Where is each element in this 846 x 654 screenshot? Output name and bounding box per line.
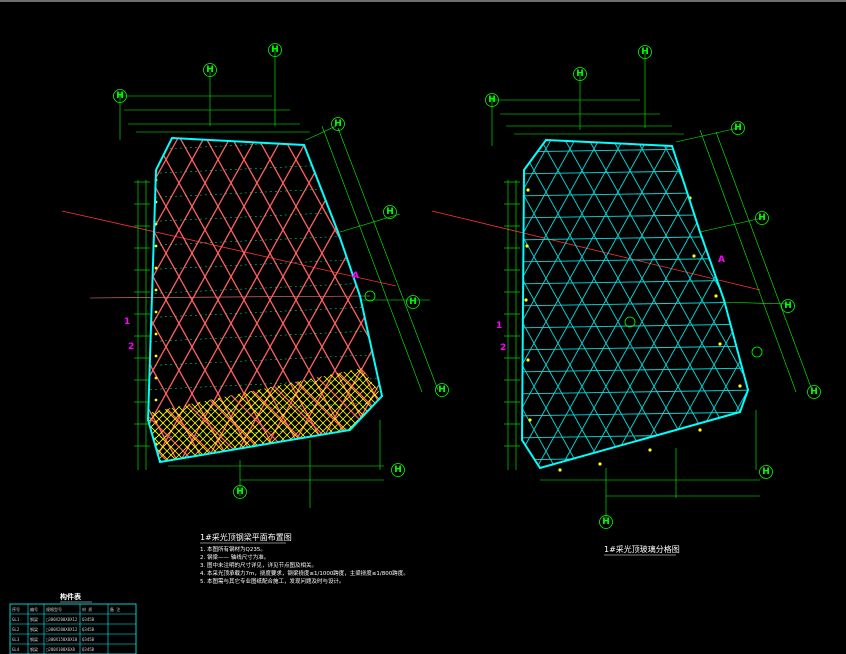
marker-label: 2: [128, 342, 134, 352]
table-header-cell: 材 质: [82, 606, 92, 612]
node-point: [524, 298, 528, 302]
table-cell: GL1: [12, 617, 20, 622]
node-point: [154, 398, 158, 402]
grid-label: H: [116, 91, 124, 101]
node-point: [528, 418, 532, 422]
table-cell: Q345B: [82, 627, 95, 632]
table-cell: 钢梁: [30, 616, 38, 622]
node-point: [598, 462, 602, 466]
table-cell: Q345B: [82, 637, 95, 642]
grid-label: H: [810, 387, 818, 397]
grid-label: H: [409, 297, 417, 307]
node-point: [154, 354, 158, 358]
grid-label: H: [334, 119, 342, 129]
grid-label: H: [734, 123, 742, 133]
grid-label: H: [762, 467, 770, 477]
grid-label: H: [206, 65, 214, 75]
table-cell: □300X150X8X10: [46, 637, 78, 642]
grid-label: H: [758, 213, 766, 223]
table-cell: GL2: [12, 627, 20, 632]
node-point: [738, 384, 742, 388]
table-cell: GL3: [12, 637, 20, 642]
table-cell: Q345B: [82, 647, 95, 652]
note-line: 3. 图中未注明的尺寸详见，详见节点图及相关。: [200, 561, 317, 569]
note-line: 4. 本采光顶承载力7m，挠度要求，钢梁挠度≤1/1000跨度，主梁挠度≤1/8…: [200, 569, 409, 577]
grid-label: H: [386, 207, 394, 217]
table-cell: Q345B: [82, 617, 95, 622]
note-line: 1. 本图所有钢材为Q235。: [200, 545, 266, 553]
grid-label: H: [576, 69, 584, 79]
marker-label: 1: [496, 321, 502, 331]
node-point: [718, 342, 722, 346]
node-point: [154, 288, 158, 292]
node-point: [558, 468, 562, 472]
drawing-title: 1#采光顶玻璃分格图: [604, 544, 680, 554]
marker-label: 1: [124, 317, 130, 327]
node-point: [154, 376, 158, 380]
table-cell: GL4: [12, 647, 20, 652]
table-header-cell: 规格型号: [46, 606, 62, 612]
table-header-cell: 序号: [12, 606, 20, 612]
table-cell: 钢梁: [30, 646, 38, 652]
marker-label: 2: [500, 343, 506, 353]
node-point: [525, 244, 529, 248]
table-header-cell: 备 注: [110, 606, 120, 612]
grid-label: H: [394, 465, 402, 475]
node-point: [526, 358, 530, 362]
note-line: 5. 本图需与其它专业图纸配合施工，发现问题及时与设计。: [200, 577, 345, 585]
grid-label: H: [488, 95, 496, 105]
grid-label: H: [438, 385, 446, 395]
grid-label: H: [271, 45, 279, 55]
table-title: 构件表: [60, 592, 82, 601]
drawing-title: 1#采光顶钢梁平面布置图: [200, 532, 292, 542]
node-point: [154, 266, 158, 270]
grid-label: H: [784, 301, 792, 311]
node-point: [714, 294, 718, 298]
table-cell: 钢梁: [30, 636, 38, 642]
background: [0, 0, 846, 654]
marker-label: A: [718, 255, 725, 265]
cad-drawing-canvas: H H H H H H H H H 1 2 A 1#采光顶钢梁平面布置图 1. …: [0, 0, 846, 654]
node-point: [154, 244, 158, 248]
table-header-cell: 编号: [30, 606, 38, 612]
grid-label: H: [602, 517, 610, 527]
node-point: [692, 254, 696, 258]
marker-label: A: [352, 271, 359, 281]
table-cell: □300X200X8X12: [46, 617, 78, 622]
node-point: [648, 448, 652, 452]
node-point: [154, 310, 158, 314]
table-cell: □300X200X8X12: [46, 627, 78, 632]
node-point: [154, 332, 158, 336]
grid-label: H: [236, 487, 244, 497]
note-line: 2. 钢梁—— 轴线尺寸为准。: [200, 553, 269, 561]
table-cell: 钢梁: [30, 626, 38, 632]
node-point: [698, 428, 702, 432]
node-point: [526, 188, 530, 192]
table-cell: □200X100X6X8: [46, 647, 75, 652]
grid-label: H: [641, 47, 649, 57]
